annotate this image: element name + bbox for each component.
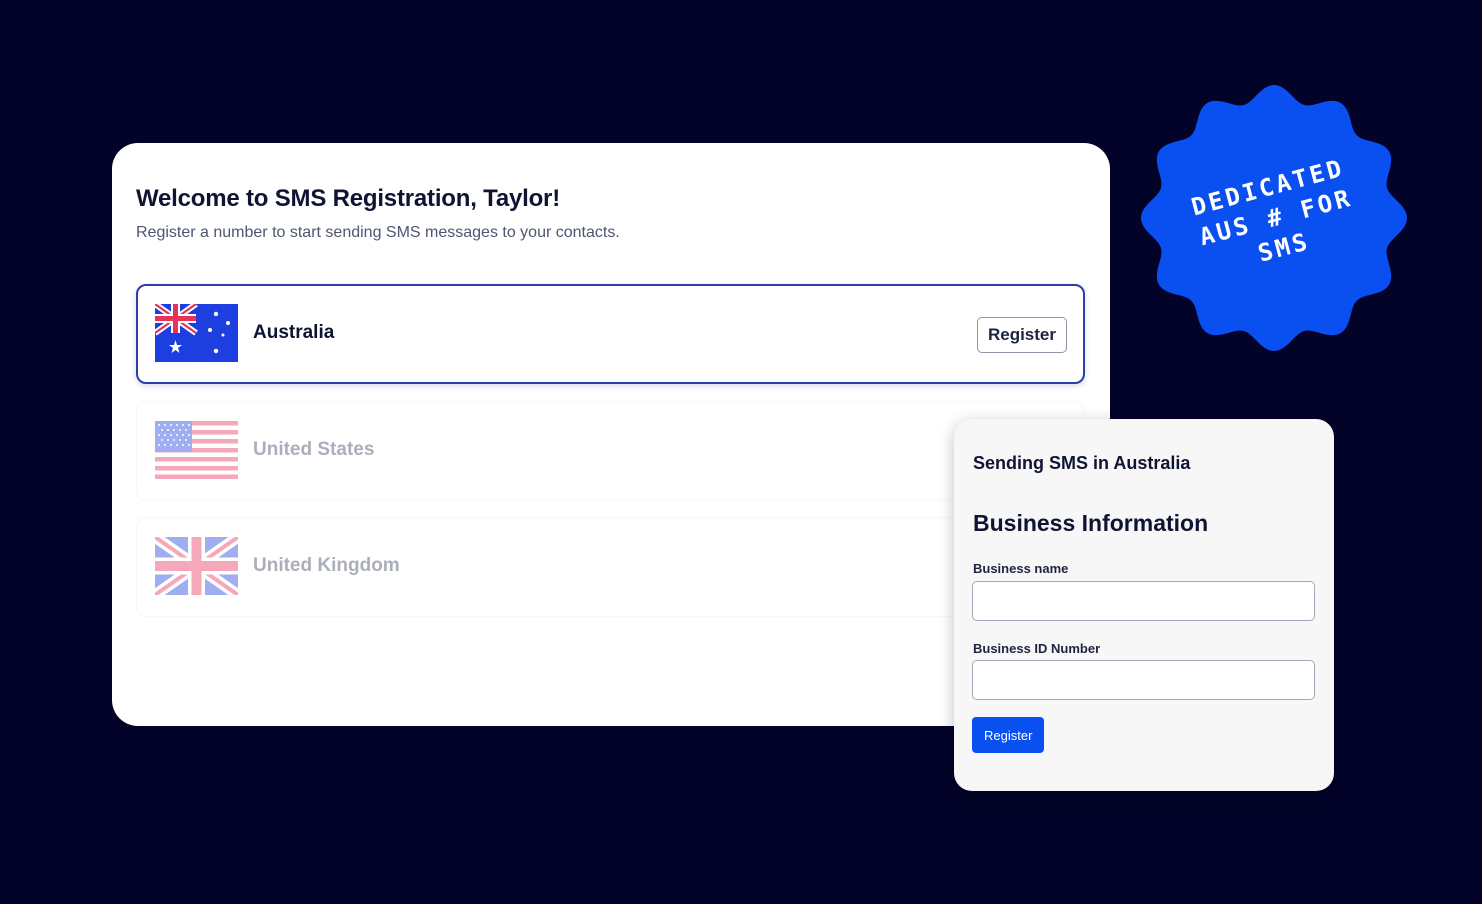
business-register-button[interactable]: Register — [972, 717, 1045, 753]
dedicated-number-badge: DEDICATED AUS # FOR SMS — [1139, 83, 1409, 353]
page-title: Welcome to SMS Registration, Taylor! — [136, 185, 560, 212]
us-flag-icon — [155, 421, 238, 479]
country-name: United Kingdom — [253, 555, 400, 576]
business-info-panel: Sending SMS in Australia Business Inform… — [954, 419, 1334, 791]
register-australia-button[interactable]: Register — [976, 317, 1067, 353]
country-row-united-kingdom[interactable]: United Kingdom — [136, 517, 1085, 617]
business-id-label: Business ID Number — [973, 641, 1101, 656]
section-heading: Business Information — [973, 510, 1209, 536]
australia-flag-icon — [155, 304, 238, 362]
panel-title: Sending SMS in Australia — [973, 453, 1191, 473]
country-name: United States — [253, 439, 375, 460]
business-name-input[interactable] — [972, 581, 1315, 621]
country-name: Australia — [253, 322, 335, 343]
page-subtitle: Register a number to start sending SMS m… — [136, 224, 620, 241]
business-name-label: Business name — [973, 561, 1069, 576]
uk-flag-icon — [155, 537, 238, 595]
country-row-united-states[interactable]: United States — [136, 401, 1085, 501]
business-id-input[interactable] — [972, 660, 1315, 700]
country-row-australia[interactable]: Australia Register — [136, 284, 1085, 384]
